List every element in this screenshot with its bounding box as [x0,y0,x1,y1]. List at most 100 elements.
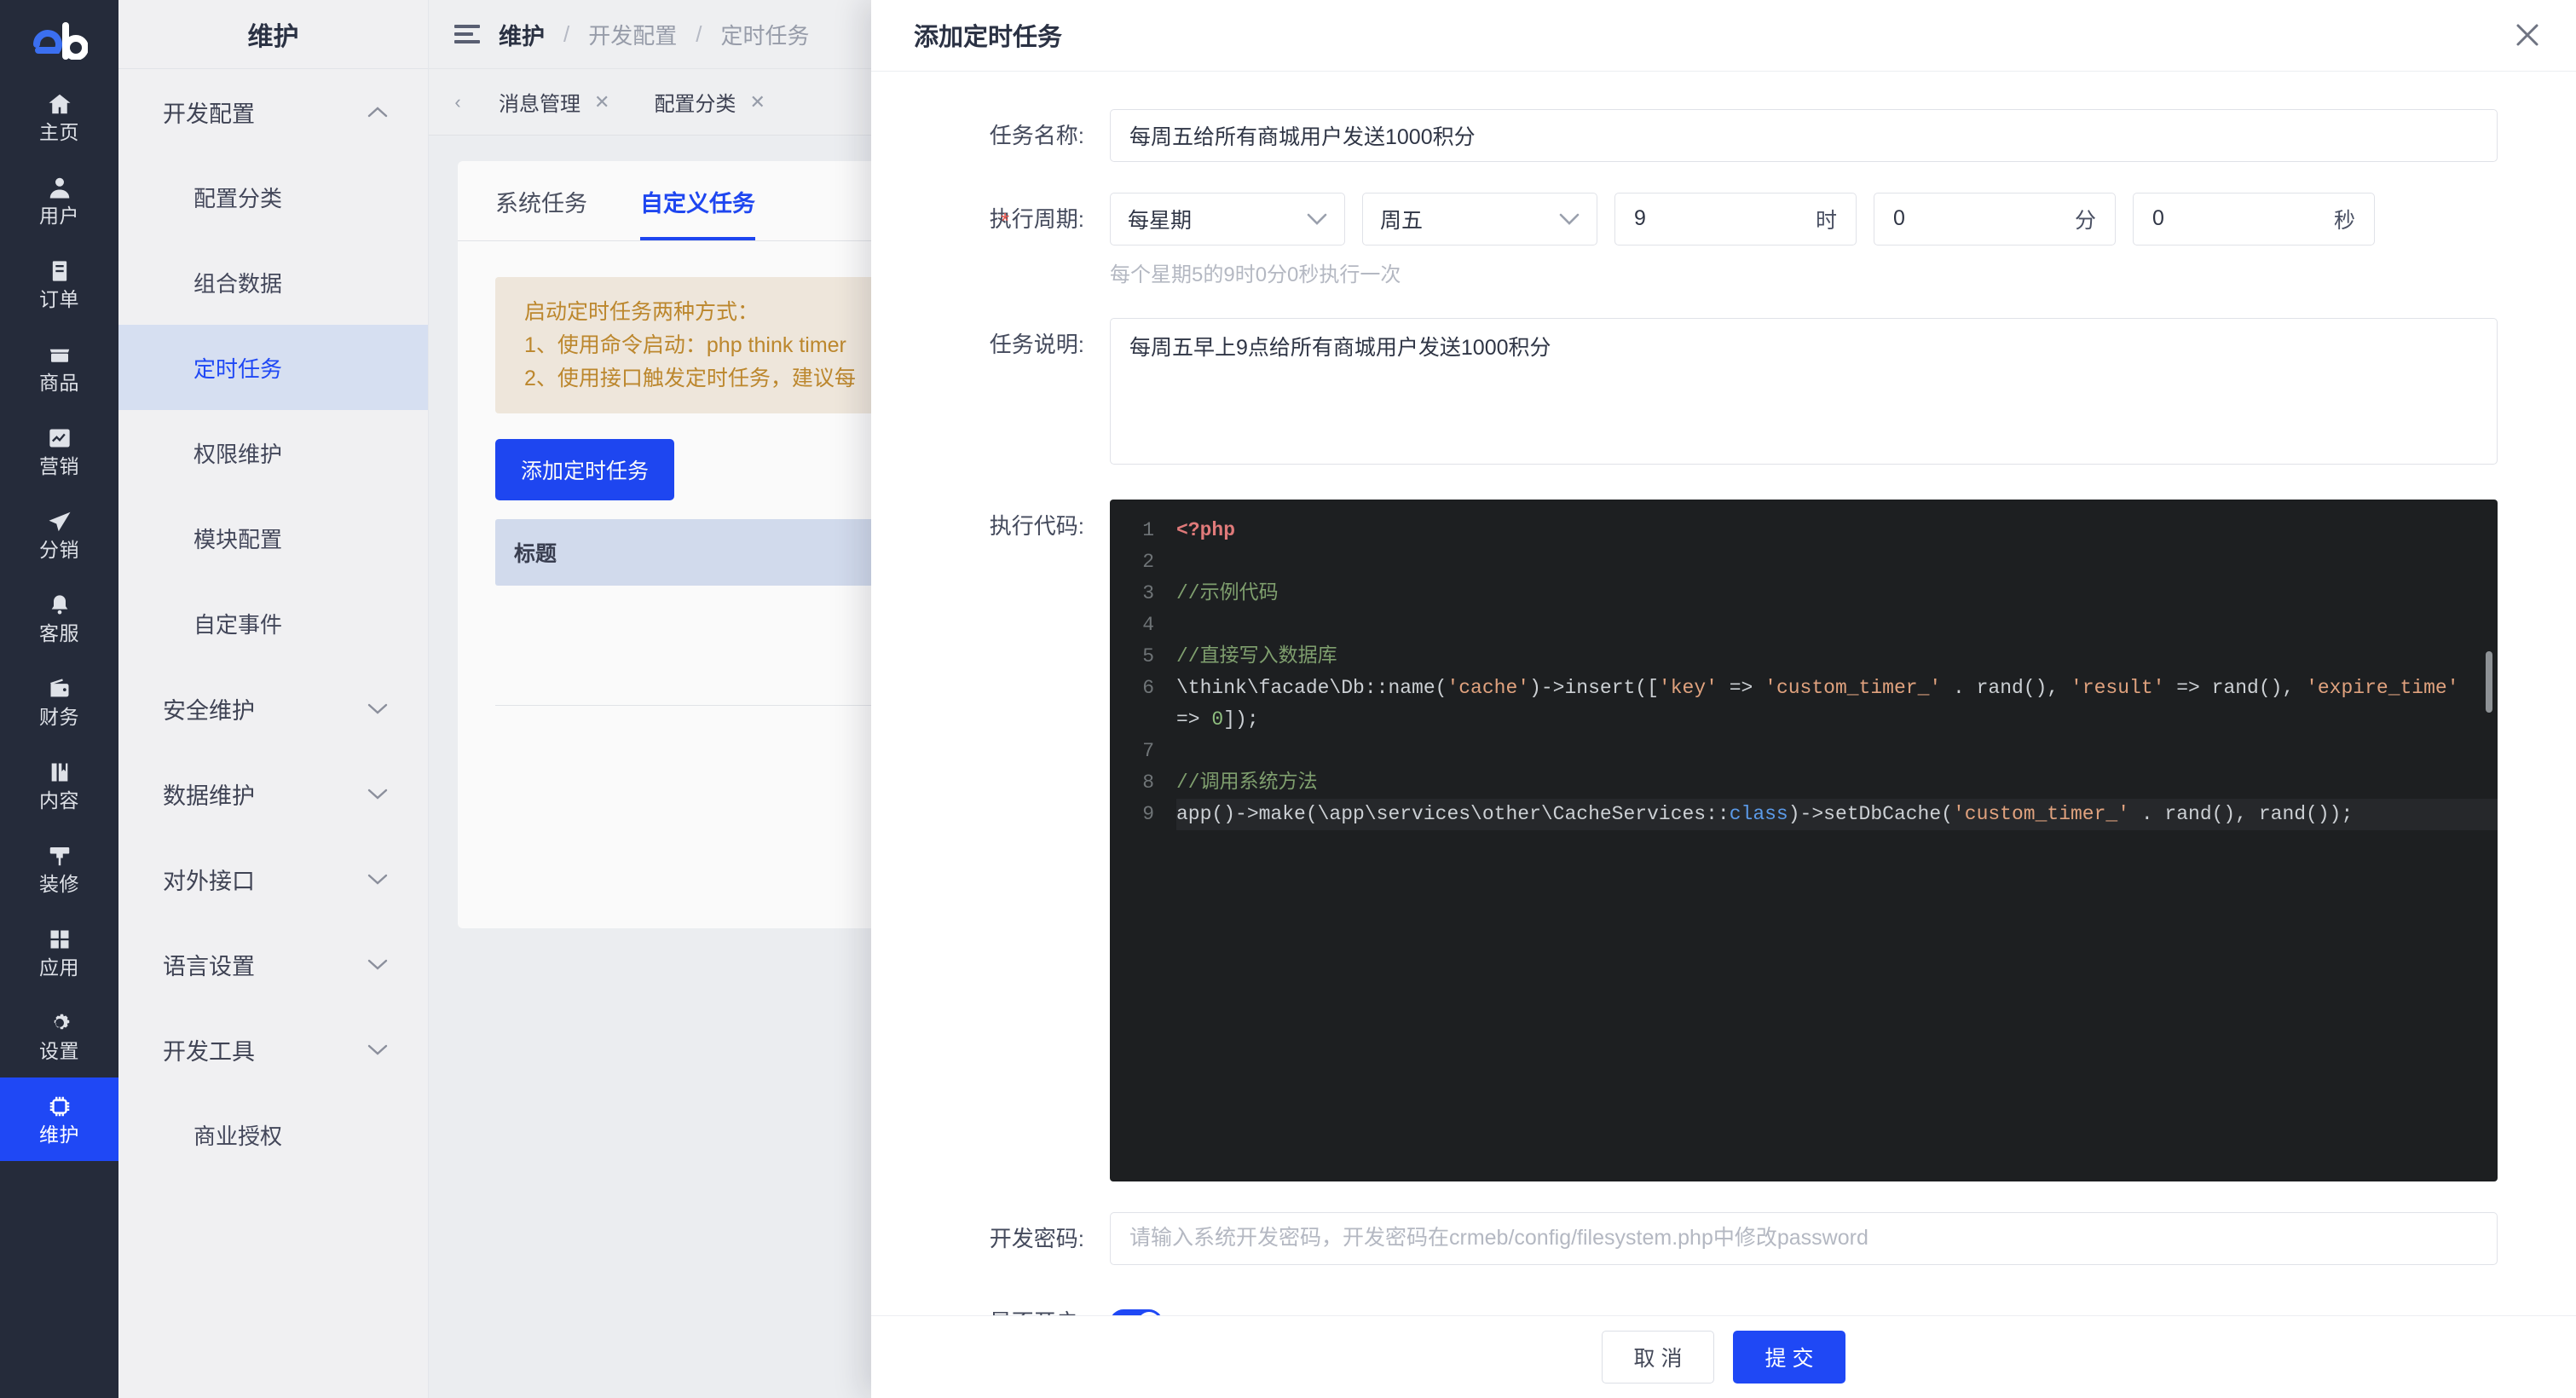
rail-item-营销[interactable]: 营销 [0,409,118,493]
rail-item-label: 分销 [39,539,79,561]
modal-title: 添加定时任务 [914,24,1063,52]
rail-item-财务[interactable]: 财务 [0,660,118,743]
tab-scroll-left-icon[interactable]: ‹ [439,91,477,113]
menu-group-对外接口[interactable]: 对外接口 [118,836,428,921]
menu-group-label: 开发工具 [163,1038,255,1065]
menu-group-label: 开发配置 [163,101,255,127]
rail-item-装修[interactable]: 装修 [0,827,118,910]
rail-item-应用[interactable]: 应用 [0,910,118,994]
sidebar-item-模块配置[interactable]: 模块配置 [118,495,428,581]
hamburger-icon[interactable] [454,25,480,43]
code-line-content [1176,546,2498,578]
chart-icon [48,425,72,451]
page-tab-配置分类[interactable]: 配置分类 ✕ [632,69,787,136]
cycle-period-value: 每星期 [1128,208,1193,233]
field-task-description: 任务说明: [871,317,2525,469]
cycle-period-select[interactable]: 每星期 [1110,192,1345,246]
cycle-minute-unit: 分 [2074,208,2096,233]
add-timer-task-button[interactable]: 添加定时任务 [495,439,675,501]
breadcrumb-item-2[interactable]: 定时任务 [720,19,809,50]
rail-item-label: 应用 [39,956,79,979]
menu-group-label: 数据维护 [163,783,255,809]
chevron-down-icon [1307,206,1327,231]
primary-icon-rail: 主页用户订单商品营销分销客服 财务内容装修应用设置 维护 [0,0,118,1398]
menu-group-安全维护[interactable]: 安全维护 [118,666,428,751]
sidebar-item-商业授权[interactable]: 商业授权 [118,1092,428,1177]
code-line-content: \think\facade\Db::name('cache')->insert(… [1176,676,2471,731]
rail-item-设置[interactable]: 设置 [0,994,118,1077]
code-scrollbar[interactable] [2486,650,2492,713]
code-line: 7 [1110,736,2498,767]
code-editor[interactable]: 1 <?php 2 3 //示例代码 4 5 //直接写入数据库 6 \think\facad… [1110,499,2498,1181]
page-tab-label: 配置分类 [654,93,736,116]
page-tab-label: 消息管理 [499,93,580,116]
code-line: 2 [1110,546,2498,578]
close-icon[interactable] [2513,20,2542,49]
sidebar-item-权限维护[interactable]: 权限维护 [118,410,428,495]
rail-item-维护[interactable]: 维护 [0,1077,118,1161]
rail-item-内容[interactable]: 内容 [0,743,118,827]
task-name-label: 任务名称: [989,122,1084,148]
sidebar-item-自定事件[interactable]: 自定事件 [118,581,428,666]
menu-group-开发配置[interactable]: 开发配置 [118,69,428,154]
cycle-weekday-select[interactable]: 周五 [1362,192,1597,246]
cycle-hour-value: 9 [1634,206,1646,231]
menu-group-语言设置[interactable]: 语言设置 [118,921,428,1007]
rail-item-商品[interactable]: 商品 [0,326,118,409]
rail-item-客服[interactable]: 客服 [0,576,118,660]
brand-logo[interactable] [0,7,118,75]
page-tab-消息管理[interactable]: 消息管理 ✕ [477,69,632,136]
cycle-second-input[interactable]: 0 秒 [2133,192,2375,246]
cycle-minute-input[interactable]: 0 分 [1874,192,2116,246]
cancel-button[interactable]: 取 消 [1602,1331,1714,1384]
app-root: 主页 用户 订单 商品 营销 分销 客服 财务 内容 装修 应用 设置 维护 维护 开发配置 配置分类 组合… [0,0,2576,1398]
wallet-icon [47,676,72,702]
rail-item-label: 内容 [39,789,79,812]
tab-自定义任务[interactable]: 自定义任务 [640,185,755,240]
tab-系统任务[interactable]: 系统任务 [495,185,587,240]
code-line-content: //调用系统方法 [1176,771,1318,794]
close-icon[interactable]: ✕ [749,91,765,113]
cycle-hour-input[interactable]: 9 时 [1614,192,1857,246]
rail-item-主页[interactable]: 主页 [0,75,118,159]
rail-item-分销[interactable]: 分销 [0,493,118,576]
chevron-down-icon [367,873,389,886]
task-description-textarea[interactable] [1110,317,2498,465]
sidebar-item-定时任务[interactable]: 定时任务 [118,325,428,410]
code-line: 8 //调用系统方法 [1110,767,2498,799]
menu-group-开发工具[interactable]: 开发工具 [118,1007,428,1092]
send-icon [47,509,72,534]
rail-item-用户[interactable]: 用户 [0,159,118,242]
rail-item-label: 订单 [39,288,79,310]
code-line: 5 //直接写入数据库 [1110,641,2498,673]
task-name-input[interactable] [1110,108,2498,162]
chevron-down-icon [367,788,389,800]
rail-item-label: 营销 [39,455,79,477]
sidebar-item-配置分类[interactable]: 配置分类 [118,154,428,240]
code-line-number: 8 [1142,771,1154,794]
rail-item-订单[interactable]: 订单 [0,242,118,326]
breadcrumb-item-0[interactable]: 维护 [499,18,545,51]
code-line-number: 9 [1142,802,1154,825]
menu-group-数据维护[interactable]: 数据维护 [118,751,428,836]
close-icon[interactable]: ✕ [594,91,609,113]
code-line-content [1176,736,2498,767]
code-line-number: 7 [1142,739,1154,762]
gear-icon [47,1010,72,1036]
code-line: 1 <?php [1110,515,2498,546]
enabled-switch[interactable] [1110,1308,1163,1316]
secondary-menu-title: 维护 [118,0,428,69]
submit-button[interactable]: 提 交 [1733,1331,1845,1384]
code-lines: 1 <?php 2 3 //示例代码 4 5 //直接写入数据库 6 \think\facad… [1110,515,2498,830]
sidebar-item-组合数据[interactable]: 组合数据 [118,240,428,325]
dev-password-input[interactable] [1110,1211,2498,1265]
cycle-hint: 每个星期5的9时0分0秒执行一次 [1110,263,1401,286]
breadcrumb-item-1[interactable]: 开发配置 [588,19,677,50]
rail-item-label: 装修 [39,873,79,895]
rail-item-label: 主页 [39,121,79,143]
rail-item-label: 商品 [39,372,79,394]
modal-body: 任务名称: * 执行周期: 每星期 [871,72,2576,1316]
task-description-label: 任务说明: [989,331,1084,357]
chevron-down-icon [367,958,389,971]
order-icon [48,258,72,284]
